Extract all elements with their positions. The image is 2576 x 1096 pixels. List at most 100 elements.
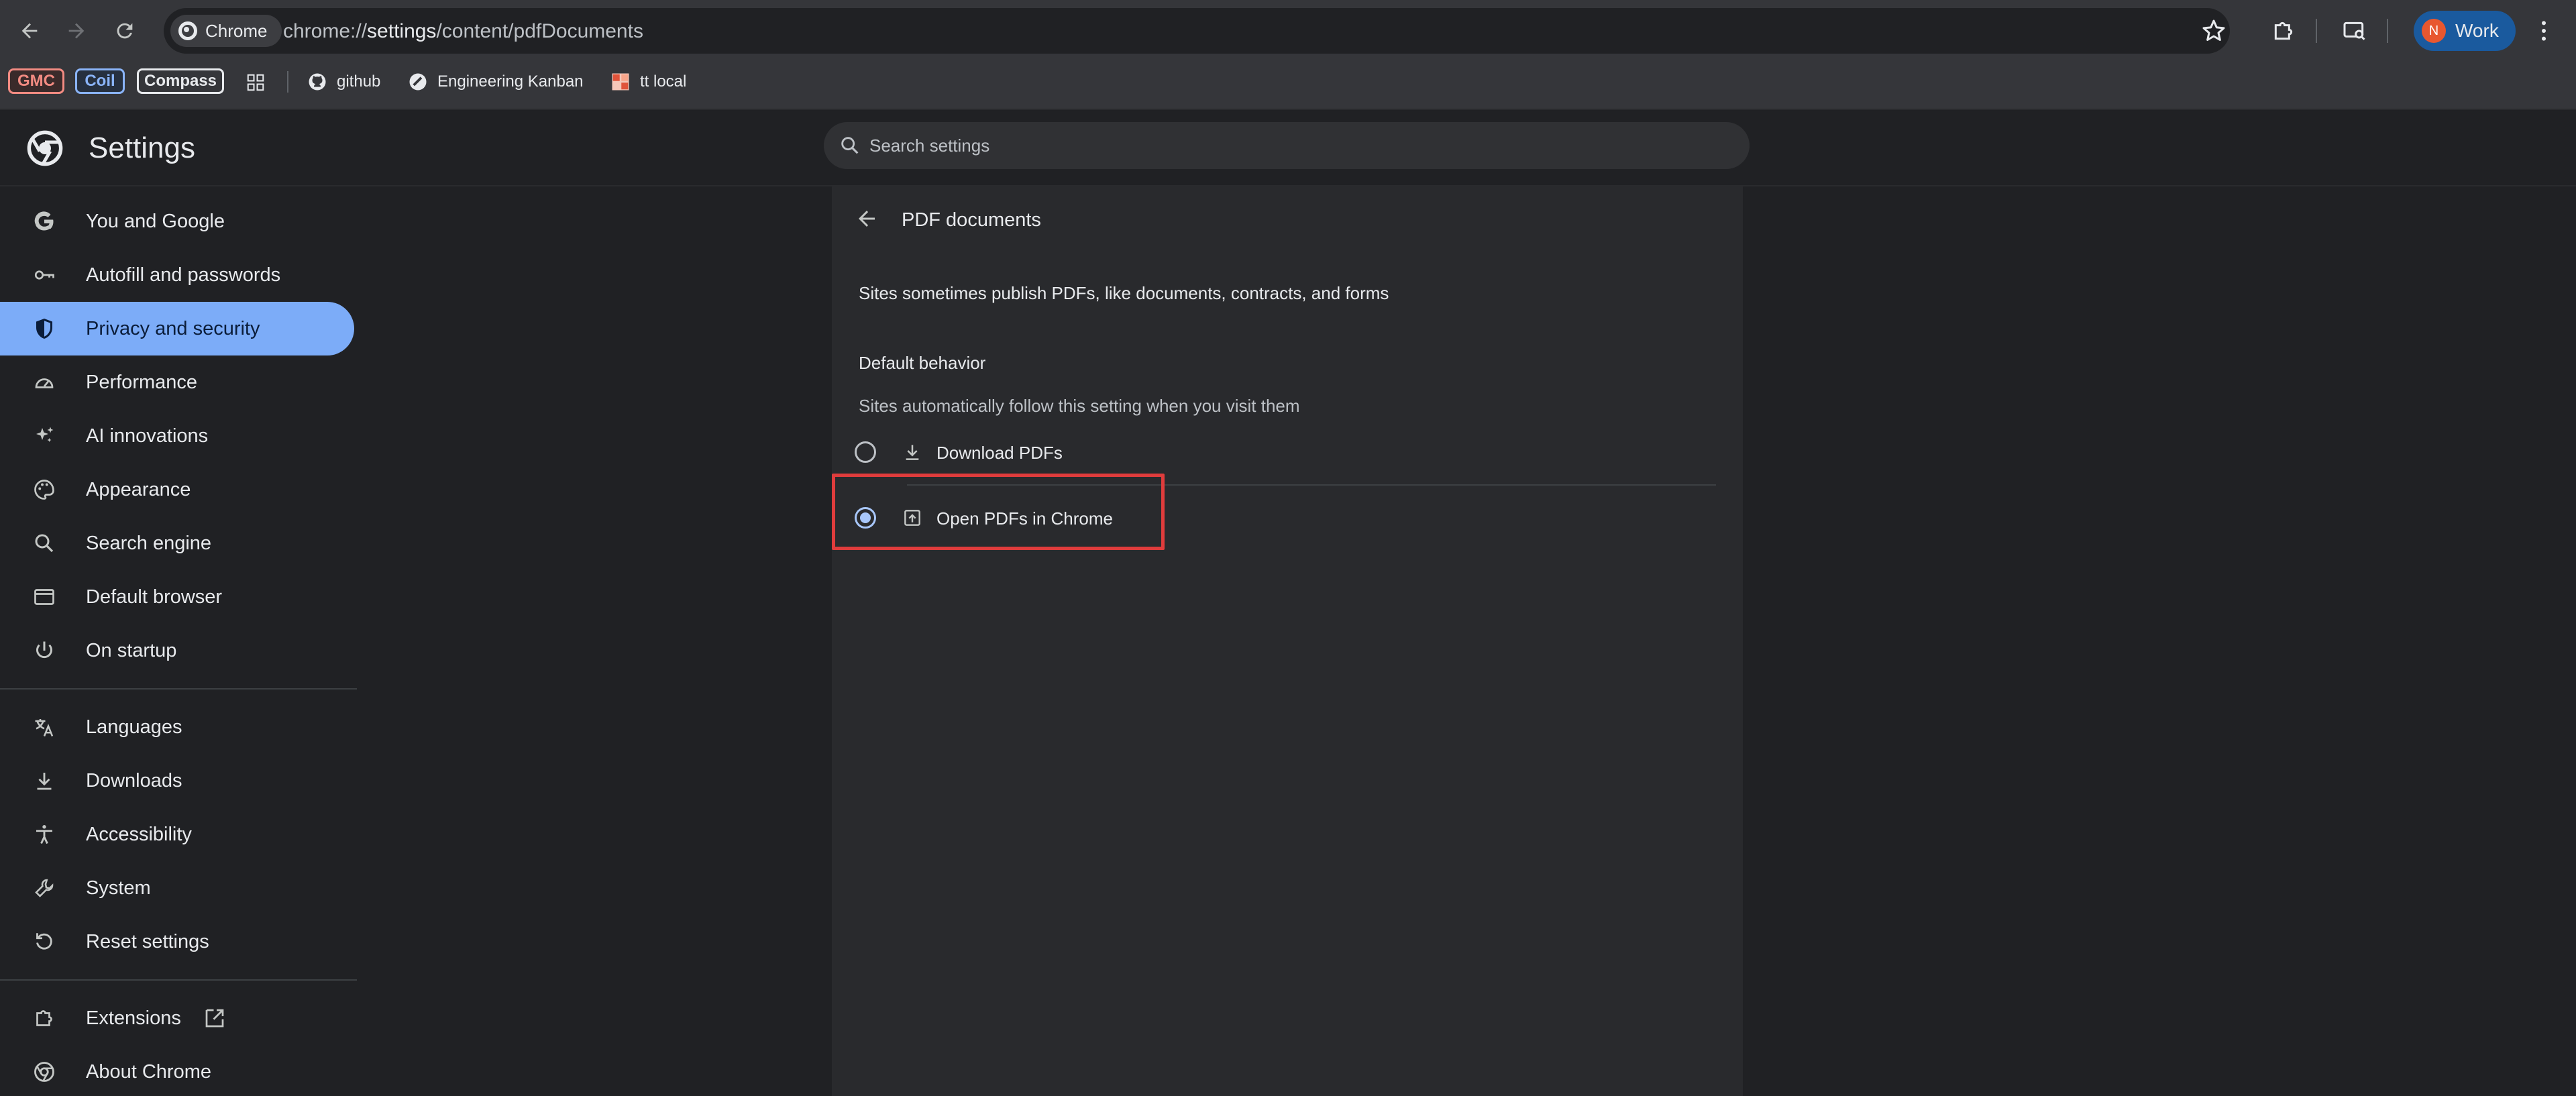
back-button[interactable]	[16, 17, 43, 44]
sidebar-divider	[0, 688, 357, 690]
reload-button[interactable]	[111, 17, 138, 44]
section-subtext: Sites automatically follow this setting …	[859, 396, 1300, 416]
url-text[interactable]: chrome://settings/content/pdfDocuments	[283, 20, 643, 43]
open-in-new-icon	[205, 1009, 224, 1028]
option-download-pdfs[interactable]: Download PDFs	[855, 432, 1727, 472]
sidebar-item-extensions[interactable]: Extensions	[0, 991, 354, 1045]
site-info-chip[interactable]: Chrome	[170, 15, 282, 47]
profile-button[interactable]: N Work	[2414, 11, 2516, 51]
avatar: N	[2422, 19, 2446, 43]
apps-grid-icon[interactable]	[246, 72, 266, 93]
sidebar-item-default-browser[interactable]: Default browser	[0, 570, 354, 624]
bookmark-star-icon[interactable]	[2200, 17, 2227, 44]
shield-icon	[36, 319, 52, 339]
search-icon	[35, 534, 54, 553]
sidebar-item-performance[interactable]: Performance	[0, 355, 354, 409]
kanban-icon	[409, 73, 427, 91]
section-heading: Default behavior	[859, 353, 986, 373]
sidebar-item-label: You and Google	[86, 210, 225, 232]
sidebar-item-label: On startup	[86, 639, 177, 661]
bookmarks-bar: GMC Coil Compass github Engineering Kanb…	[0, 62, 2576, 110]
sidebar-item-label: Languages	[86, 716, 182, 738]
tt-local-icon	[612, 73, 629, 91]
kebab-menu-icon[interactable]	[2530, 17, 2557, 44]
url-path: /content/pdfDocuments	[436, 20, 643, 42]
address-bar[interactable]: Chrome chrome://settings/content/pdfDocu…	[164, 8, 2230, 54]
sidebar-divider	[0, 979, 357, 981]
browser-window-icon	[34, 589, 54, 605]
google-g-icon	[34, 211, 54, 231]
extensions-puzzle-icon[interactable]	[2270, 17, 2297, 44]
bookmarks-divider	[287, 71, 288, 93]
sparkle-icon	[36, 427, 54, 442]
sidebar-item-label: Accessibility	[86, 823, 192, 845]
chrome-logo-icon	[27, 130, 63, 166]
bookmark-coil[interactable]: Coil	[75, 68, 125, 94]
sidebar-item-label: Default browser	[86, 586, 223, 608]
sidebar-item-appearance[interactable]: Appearance	[0, 463, 354, 516]
bookmark-tt-local[interactable]: tt local	[610, 67, 686, 97]
sidebar-item-reset-settings[interactable]: Reset settings	[0, 915, 354, 969]
bookmark-gmc[interactable]: GMC	[8, 68, 64, 94]
profile-label: Work	[2455, 20, 2499, 41]
bookmark-github[interactable]: github	[307, 67, 380, 97]
sidebar-item-privacy[interactable]: Privacy and security	[0, 302, 354, 355]
search-input[interactable]	[869, 131, 1728, 160]
reload-icon	[117, 23, 133, 39]
bookmark-label: github	[337, 72, 381, 91]
accessibility-icon	[36, 825, 52, 844]
sidebar-item-languages[interactable]: Languages	[0, 700, 354, 754]
bookmark-label: Engineering Kanban	[437, 72, 584, 91]
radio-download-pdfs[interactable]	[855, 441, 876, 463]
subpage-title: PDF documents	[902, 209, 1041, 231]
sidebar-item-ai-innovations[interactable]: AI innovations	[0, 409, 354, 463]
arrow-right-icon	[68, 23, 85, 39]
sidebar-item-accessibility[interactable]: Accessibility	[0, 808, 354, 861]
sidebar-item-autofill[interactable]: Autofill and passwords	[0, 248, 354, 302]
sidebar-item-system[interactable]: System	[0, 861, 354, 915]
url-prefix: chrome://	[283, 20, 368, 42]
sidebar-item-label: Search engine	[86, 532, 212, 554]
sidebar-item-label: AI innovations	[86, 425, 209, 447]
browser-toolbar: Chrome chrome://settings/content/pdfDocu…	[0, 0, 2576, 62]
chrome-icon	[178, 21, 197, 40]
subpage-description: Sites sometimes publish PDFs, like docum…	[859, 283, 1389, 303]
sidebar-item-label: Reset settings	[86, 930, 209, 952]
settings-header: Settings	[0, 110, 2576, 186]
tab-search-icon[interactable]	[2341, 17, 2368, 44]
translate-icon	[35, 719, 54, 736]
arrow-back-icon[interactable]	[855, 207, 879, 231]
sidebar-item-label: Extensions	[86, 1007, 181, 1029]
forward-button[interactable]	[63, 17, 90, 44]
arrow-left-icon	[21, 23, 38, 39]
chrome-icon	[34, 1062, 54, 1082]
sidebar-item-label: Appearance	[86, 478, 191, 500]
search-settings-box[interactable]	[824, 122, 1750, 169]
sidebar-item-label: Performance	[86, 371, 198, 393]
sidebar-item-label: System	[86, 877, 151, 899]
download-icon	[906, 445, 919, 460]
toolbar-divider	[2387, 19, 2388, 43]
power-icon	[36, 641, 52, 659]
sidebar-item-label: About Chrome	[86, 1060, 211, 1083]
toolbar-divider	[2316, 19, 2317, 43]
settings-sidebar: You and Google Autofill and passwords Pr…	[0, 188, 362, 1096]
page-title: Settings	[89, 131, 195, 164]
sidebar-item-about-chrome[interactable]: About Chrome	[0, 1045, 354, 1096]
option-label: Download PDFs	[936, 443, 1063, 463]
sidebar-item-on-startup[interactable]: On startup	[0, 624, 354, 677]
sidebar-item-label: Privacy and security	[86, 317, 260, 339]
github-icon	[309, 73, 326, 91]
sidebar-item-search-engine[interactable]: Search engine	[0, 516, 354, 570]
site-info-chip-label: Chrome	[205, 20, 268, 41]
sidebar-item-label: Downloads	[86, 769, 182, 791]
bookmark-compass[interactable]: Compass	[137, 68, 224, 94]
sidebar-item-you-and-google[interactable]: You and Google	[0, 195, 354, 248]
sidebar-item-downloads[interactable]: Downloads	[0, 754, 354, 808]
pdf-documents-card: PDF documents Sites sometimes publish PD…	[832, 186, 1743, 1096]
bookmark-engineering-kanban[interactable]: Engineering Kanban	[408, 67, 584, 97]
download-icon	[37, 773, 52, 790]
highlight-box	[832, 474, 1165, 550]
wrench-icon	[35, 879, 54, 897]
search-icon	[841, 137, 859, 154]
